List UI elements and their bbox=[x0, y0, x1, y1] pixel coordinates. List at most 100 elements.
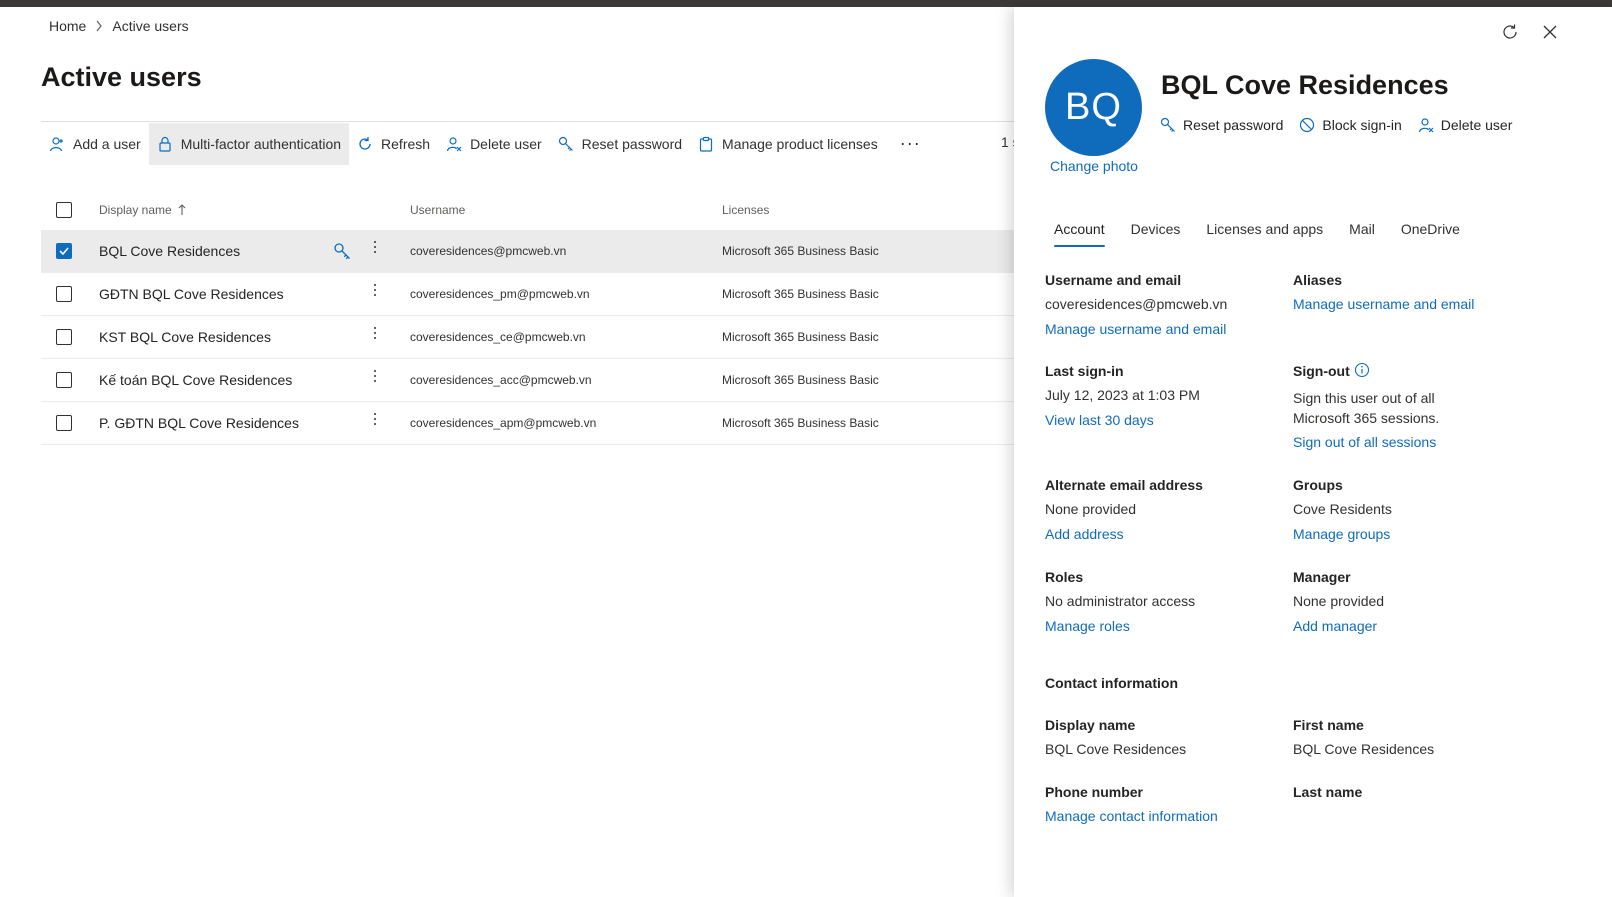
person-add-icon bbox=[49, 136, 65, 152]
alternate-email-label: Alternate email address bbox=[1045, 477, 1203, 493]
manager-value: None provided bbox=[1293, 593, 1385, 609]
more-vertical-icon[interactable] bbox=[371, 241, 379, 253]
row-display-name[interactable]: BQL Cove Residences bbox=[99, 243, 240, 259]
column-username[interactable]: Username bbox=[410, 203, 465, 217]
last-name-label: Last name bbox=[1293, 784, 1363, 800]
manage-licenses-button[interactable]: Manage product licenses bbox=[690, 123, 886, 165]
change-photo-link[interactable]: Change photo bbox=[1050, 158, 1138, 174]
username-email-value: coveresidences@pmcweb.vn bbox=[1045, 296, 1228, 312]
block-signin-label: Block sign-in bbox=[1322, 117, 1402, 133]
row-display-name[interactable]: KST BQL Cove Residences bbox=[99, 329, 271, 345]
block-icon bbox=[1299, 117, 1315, 133]
signout-description-line2: Microsoft 365 sessions. bbox=[1293, 410, 1440, 426]
tab-devices[interactable]: Devices bbox=[1121, 215, 1191, 245]
person-delete-icon bbox=[446, 136, 462, 152]
breadcrumb-home[interactable]: Home bbox=[49, 18, 86, 34]
row-username: coveresidences@pmcweb.vn bbox=[410, 244, 567, 258]
table-header: Display name Username Licenses bbox=[41, 190, 1041, 230]
more-vertical-icon[interactable] bbox=[371, 413, 379, 425]
add-manager-link[interactable]: Add manager bbox=[1293, 618, 1377, 634]
refresh-icon[interactable] bbox=[1501, 23, 1519, 46]
more-vertical-icon[interactable] bbox=[371, 370, 379, 382]
delete-user-button[interactable]: Delete user bbox=[438, 123, 550, 165]
breadcrumb-current: Active users bbox=[112, 18, 189, 34]
table-row[interactable]: GĐTN BQL Cove Residences coveresidences_p… bbox=[41, 273, 1041, 316]
refresh-icon bbox=[357, 136, 373, 152]
column-display-name-label: Display name bbox=[99, 203, 172, 217]
tab-account[interactable]: Account bbox=[1044, 215, 1115, 247]
reset-password-button[interactable]: Reset password bbox=[550, 123, 690, 165]
row-display-name[interactable]: Kế toán BQL Cove Residences bbox=[99, 372, 292, 388]
panel-tabs: Account Devices Licenses and apps Mail O… bbox=[1044, 215, 1476, 247]
row-checkbox[interactable] bbox=[56, 243, 72, 259]
manage-groups-link[interactable]: Manage groups bbox=[1293, 526, 1390, 542]
add-address-link[interactable]: Add address bbox=[1045, 526, 1124, 542]
manage-username-link[interactable]: Manage username and email bbox=[1045, 321, 1226, 337]
manage-contact-info-link[interactable]: Manage contact information bbox=[1045, 808, 1218, 824]
add-user-button[interactable]: Add a user bbox=[41, 123, 149, 165]
tab-licenses-and-apps[interactable]: Licenses and apps bbox=[1196, 215, 1333, 245]
groups-value: Cove Residents bbox=[1293, 501, 1392, 517]
key-icon[interactable] bbox=[333, 242, 351, 263]
last-signin-value: July 12, 2023 at 1:03 PM bbox=[1045, 387, 1200, 403]
row-username: coveresidences_pm@pmcweb.vn bbox=[410, 287, 590, 301]
table-row[interactable]: Kế toán BQL Cove Residences coveresidence… bbox=[41, 359, 1041, 402]
row-checkbox[interactable] bbox=[56, 415, 72, 431]
phone-number-label: Phone number bbox=[1045, 784, 1144, 800]
table-row[interactable]: KST BQL Cove Residences coveresidences_ce… bbox=[41, 316, 1041, 359]
manage-roles-link[interactable]: Manage roles bbox=[1045, 618, 1130, 634]
tab-onedrive[interactable]: OneDrive bbox=[1391, 215, 1470, 245]
table-row[interactable]: BQL Cove Residences coveresidences@pmcweb… bbox=[41, 230, 1041, 273]
chevron-right-icon bbox=[95, 20, 103, 32]
username-email-label: Username and email bbox=[1045, 272, 1182, 288]
display-name-label: Display name bbox=[1045, 717, 1136, 733]
more-actions-button[interactable]: ··· bbox=[892, 133, 929, 154]
window-top-bar bbox=[0, 0, 1612, 7]
table-row[interactable]: P. GĐTN BQL Cove Residences coveresidence… bbox=[41, 402, 1041, 445]
roles-label: Roles bbox=[1045, 569, 1084, 585]
lock-icon bbox=[157, 136, 173, 152]
view-last-30-days-link[interactable]: View last 30 days bbox=[1045, 412, 1154, 428]
user-details-panel: BQ Change photo BQL Cove Residences Rese… bbox=[1014, 7, 1612, 897]
key-icon bbox=[558, 136, 574, 152]
refresh-button[interactable]: Refresh bbox=[349, 123, 438, 165]
more-vertical-icon[interactable] bbox=[371, 327, 379, 339]
panel-reset-password-label: Reset password bbox=[1183, 117, 1284, 133]
first-name-value: BQL Cove Residences bbox=[1293, 741, 1435, 757]
panel-delete-user-button[interactable]: Delete user bbox=[1418, 117, 1513, 133]
avatar: BQ bbox=[1045, 59, 1142, 156]
add-user-label: Add a user bbox=[73, 135, 141, 152]
row-license: Microsoft 365 Business Basic bbox=[722, 330, 879, 344]
person-delete-icon bbox=[1418, 117, 1434, 133]
user-display-name: BQL Cove Residences bbox=[1161, 70, 1449, 100]
panel-delete-user-label: Delete user bbox=[1440, 117, 1513, 133]
row-checkbox[interactable] bbox=[56, 372, 72, 388]
row-display-name[interactable]: GĐTN BQL Cove Residences bbox=[99, 286, 284, 302]
row-username: coveresidences_ce@pmcweb.vn bbox=[410, 330, 586, 344]
signout-label: Sign-out bbox=[1293, 363, 1350, 379]
sign-out-all-sessions-link[interactable]: Sign out of all sessions bbox=[1293, 434, 1436, 450]
column-display-name[interactable]: Display name bbox=[99, 203, 186, 217]
select-all-checkbox[interactable] bbox=[56, 202, 72, 218]
groups-label: Groups bbox=[1293, 477, 1343, 493]
breadcrumb: Home Active users bbox=[49, 18, 189, 34]
row-display-name[interactable]: P. GĐTN BQL Cove Residences bbox=[99, 415, 299, 431]
close-icon[interactable] bbox=[1542, 24, 1558, 45]
block-signin-button[interactable]: Block sign-in bbox=[1299, 117, 1402, 133]
reset-password-label: Reset password bbox=[581, 135, 683, 152]
row-username: coveresidences_apm@pmcweb.vn bbox=[410, 416, 597, 430]
row-checkbox[interactable] bbox=[56, 329, 72, 345]
mfa-button[interactable]: Multi-factor authentication bbox=[148, 122, 350, 165]
info-icon[interactable] bbox=[1354, 362, 1370, 383]
panel-reset-password-button[interactable]: Reset password bbox=[1160, 117, 1283, 133]
more-vertical-icon[interactable] bbox=[371, 284, 379, 296]
first-name-label: First name bbox=[1293, 717, 1364, 733]
row-checkbox[interactable] bbox=[56, 286, 72, 302]
user-actions: Reset password Block sign-in Delete user bbox=[1160, 117, 1528, 133]
manage-aliases-link[interactable]: Manage username and email bbox=[1293, 296, 1474, 312]
alternate-email-value: None provided bbox=[1045, 501, 1137, 517]
tab-mail[interactable]: Mail bbox=[1339, 215, 1385, 245]
column-licenses[interactable]: Licenses bbox=[722, 203, 769, 217]
roles-value: No administrator access bbox=[1045, 593, 1196, 609]
delete-user-label: Delete user bbox=[470, 135, 542, 152]
